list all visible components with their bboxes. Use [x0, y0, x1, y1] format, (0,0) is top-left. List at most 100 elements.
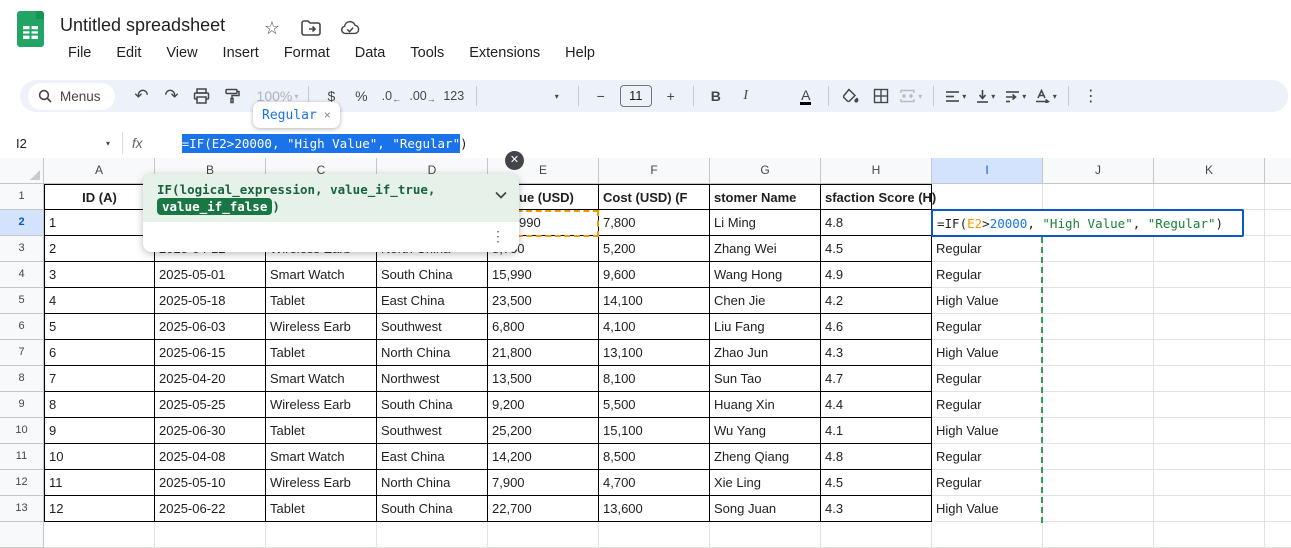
menu-extensions[interactable]: Extensions — [461, 43, 548, 63]
cell-I12[interactable]: Regular — [932, 470, 1043, 496]
cell-I14[interactable] — [932, 522, 1043, 548]
cell-E4[interactable]: 15,990 — [488, 262, 599, 288]
cell-I4[interactable]: Regular — [932, 262, 1043, 288]
column-header-I[interactable]: I — [932, 158, 1043, 184]
cell-K5[interactable] — [1154, 288, 1265, 314]
cell-C13[interactable]: Tablet — [266, 496, 377, 522]
cell-F9[interactable]: 5,500 — [599, 392, 710, 418]
cell-G10[interactable]: Wu Yang — [710, 418, 821, 444]
column-header-A[interactable]: A — [44, 158, 155, 184]
cell-D9[interactable]: South China — [377, 392, 488, 418]
chip-close-icon[interactable]: × — [324, 108, 331, 122]
cell-J8[interactable] — [1043, 366, 1154, 392]
cell-G13[interactable]: Song Juan — [710, 496, 821, 522]
cell-A14[interactable] — [44, 522, 155, 548]
cell-C10[interactable]: Tablet — [266, 418, 377, 444]
column-header-K[interactable]: K — [1154, 158, 1265, 184]
cell-X12[interactable] — [1265, 470, 1291, 496]
cell-G8[interactable]: Sun Tao — [710, 366, 821, 392]
cell-D7[interactable]: North China — [377, 340, 488, 366]
cell-K3[interactable] — [1154, 236, 1265, 262]
cell-A10[interactable]: 9 — [44, 418, 155, 444]
cell-I13[interactable]: High Value — [932, 496, 1043, 522]
cell-H6[interactable]: 4.6 — [821, 314, 932, 340]
cell-A5[interactable]: 4 — [44, 288, 155, 314]
cell-K7[interactable] — [1154, 340, 1265, 366]
column-header-partial[interactable] — [1265, 158, 1291, 184]
font-select[interactable]: ▾ — [544, 83, 568, 109]
increase-font-size-button[interactable]: + — [659, 83, 683, 109]
menu-tools[interactable]: Tools — [402, 43, 452, 63]
row-header-7[interactable]: 7 — [0, 340, 44, 366]
cell-X8[interactable] — [1265, 366, 1291, 392]
cell-A3[interactable]: 2 — [44, 236, 155, 262]
undo-button[interactable]: ↶ — [130, 83, 154, 109]
cell-F14[interactable] — [599, 522, 710, 548]
cell-A12[interactable]: 11 — [44, 470, 155, 496]
cell-B11[interactable]: 2025-04-08 — [155, 444, 266, 470]
cell-K8[interactable] — [1154, 366, 1265, 392]
row-header-12[interactable]: 12 — [0, 470, 44, 496]
cell-G7[interactable]: Zhao Jun — [710, 340, 821, 366]
cell-A2[interactable]: 1 — [44, 210, 155, 236]
menu-data[interactable]: Data — [347, 43, 394, 63]
text-rotation-button[interactable]: ▾ — [1034, 83, 1058, 109]
cell-I5[interactable]: High Value — [932, 288, 1043, 314]
row-header-4[interactable]: 4 — [0, 262, 44, 288]
cell-B6[interactable]: 2025-06-03 — [155, 314, 266, 340]
cell-E13[interactable]: 22,700 — [488, 496, 599, 522]
cell-H1[interactable]: sfaction Score (H) — [821, 184, 932, 210]
cell-K6[interactable] — [1154, 314, 1265, 340]
strikethrough-button[interactable] — [764, 83, 788, 109]
cell-C9[interactable]: Wireless Earb — [266, 392, 377, 418]
decrease-decimal-button[interactable]: .0← — [379, 83, 403, 109]
move-folder-icon[interactable] — [301, 18, 321, 38]
cell-K13[interactable] — [1154, 496, 1265, 522]
cell-X5[interactable] — [1265, 288, 1291, 314]
cell-E7[interactable]: 21,800 — [488, 340, 599, 366]
cell-F1[interactable]: Cost (USD) (F — [599, 184, 710, 210]
cell-H13[interactable]: 4.3 — [821, 496, 932, 522]
cell-F6[interactable]: 4,100 — [599, 314, 710, 340]
cell-I7[interactable]: High Value — [932, 340, 1043, 366]
cell-G3[interactable]: Zhang Wei — [710, 236, 821, 262]
cell-E11[interactable]: 14,200 — [488, 444, 599, 470]
cloud-saved-icon[interactable] — [340, 18, 360, 38]
collapse-chevron-icon[interactable] — [495, 186, 507, 203]
cell-X3[interactable] — [1265, 236, 1291, 262]
cell-J5[interactable] — [1043, 288, 1154, 314]
cell-J10[interactable] — [1043, 418, 1154, 444]
cell-F2[interactable]: 7,800 — [599, 210, 710, 236]
menu-help[interactable]: Help — [557, 43, 603, 63]
column-header-F[interactable]: F — [599, 158, 710, 184]
cell-J11[interactable] — [1043, 444, 1154, 470]
cell-G5[interactable]: Chen Jie — [710, 288, 821, 314]
menu-format[interactable]: Format — [276, 43, 338, 63]
fill-color-button[interactable] — [839, 83, 863, 109]
row-header-8[interactable]: 8 — [0, 366, 44, 392]
menus-search-button[interactable]: Menus — [28, 83, 115, 110]
cell-J12[interactable] — [1043, 470, 1154, 496]
cell-K12[interactable] — [1154, 470, 1265, 496]
cell-J14[interactable] — [1043, 522, 1154, 548]
row-header-11[interactable]: 11 — [0, 444, 44, 470]
cell-D6[interactable]: Southwest — [377, 314, 488, 340]
row-header-2[interactable]: 2 — [0, 210, 44, 236]
cell-A11[interactable]: 10 — [44, 444, 155, 470]
cell-B8[interactable]: 2025-04-20 — [155, 366, 266, 392]
cell-C12[interactable]: Wireless Earb — [266, 470, 377, 496]
cell-B7[interactable]: 2025-06-15 — [155, 340, 266, 366]
cell-J4[interactable] — [1043, 262, 1154, 288]
cell-D12[interactable]: North China — [377, 470, 488, 496]
cell-D4[interactable]: South China — [377, 262, 488, 288]
cell-E10[interactable]: 25,200 — [488, 418, 599, 444]
cell-A6[interactable]: 5 — [44, 314, 155, 340]
horizontal-align-button[interactable]: ▾ — [944, 83, 968, 109]
cell-J7[interactable] — [1043, 340, 1154, 366]
cell-I1[interactable] — [932, 184, 1043, 210]
cell-X6[interactable] — [1265, 314, 1291, 340]
cell-H4[interactable]: 4.9 — [821, 262, 932, 288]
cell-I9[interactable]: Regular — [932, 392, 1043, 418]
cell-G6[interactable]: Liu Fang — [710, 314, 821, 340]
formula-value-chip[interactable]: Regular × — [253, 102, 340, 128]
